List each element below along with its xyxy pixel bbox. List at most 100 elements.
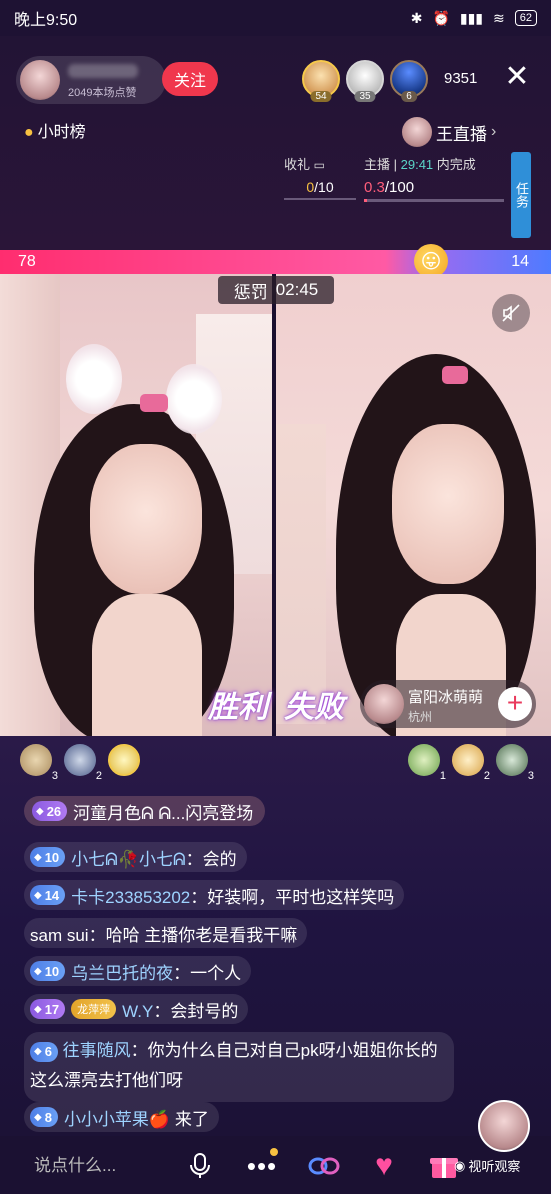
host-face xyxy=(90,444,202,594)
mute-button[interactable] xyxy=(492,294,530,332)
diamond-icon: ◆ xyxy=(34,1003,42,1015)
hour-rank-button[interactable]: ● 小时榜 xyxy=(24,118,86,142)
chat-message[interactable]: ◆ 10 乌兰巴托的夜：一个人 xyxy=(24,956,252,986)
chat-username[interactable]: 往事随风 xyxy=(63,1041,131,1060)
link-pk-button[interactable] xyxy=(304,1146,344,1186)
bluetooth-icon: ✱ xyxy=(410,9,423,26)
chat-message[interactable]: ◆ 8 小小小苹果🍎 来了 xyxy=(24,1102,219,1132)
host-task-total: /100 xyxy=(384,179,415,196)
diamond-icon: ◆ xyxy=(36,805,44,817)
chat-text: 哈哈 主播你老是看我干嘛 xyxy=(105,925,298,945)
floating-recommend-avatar[interactable] xyxy=(478,1100,530,1152)
link-icon xyxy=(308,1157,340,1175)
host-video[interactable] xyxy=(0,274,272,736)
chat-separator: ： xyxy=(88,925,106,945)
task-side-button[interactable]: 任务 xyxy=(511,152,531,238)
gift-task[interactable]: 收礼 ▭ 0/10 xyxy=(284,154,356,200)
chat-message[interactable]: ◆ 14 卡卡233853202：好装啊，平时也这样笑吗 xyxy=(24,880,405,910)
chat-username[interactable]: 乌兰巴托的夜 xyxy=(71,964,173,983)
bunny-ear-left xyxy=(66,344,122,414)
user-level-badge: ◆ 26 xyxy=(32,801,68,821)
viewer-count[interactable]: 9351 xyxy=(444,70,477,87)
chat-text: 会封号的 xyxy=(170,1001,239,1021)
viewer-badge: 35 xyxy=(354,91,376,102)
right-contributor-avatar[interactable]: 2 xyxy=(452,744,490,782)
top-viewer-avatar[interactable]: 54 xyxy=(302,60,340,102)
left-contributor-avatar[interactable]: 2 xyxy=(64,744,102,782)
bunny-ear-right xyxy=(166,364,222,434)
more-button[interactable]: ••• xyxy=(242,1146,282,1186)
chat-separator: ： xyxy=(153,1001,171,1021)
user-level-badge: ◆ 17 xyxy=(30,999,66,1019)
chat-message[interactable]: ◆ 10 小七ᕱ🥀小七ᕱ：会的 xyxy=(24,842,247,872)
microphone-button[interactable] xyxy=(180,1146,220,1186)
contributor-rank: 2 xyxy=(95,770,102,782)
punish-label: 惩罚 xyxy=(233,282,268,302)
user-level: 17 xyxy=(44,1001,60,1017)
left-contributor-avatar[interactable]: 3 xyxy=(20,744,58,782)
chat-username[interactable]: 卡卡233853202 xyxy=(71,888,190,907)
host-task-progress-fill xyxy=(364,199,367,202)
host-task-current: 0.3 xyxy=(364,179,385,196)
chat-separator: ： xyxy=(173,963,191,983)
contributor-rank: 3 xyxy=(51,770,58,782)
speaker-muted-icon xyxy=(502,304,520,322)
status-bar: 晚上9:50 ✱ ⏰ ▮▮▮ ≋ 62 xyxy=(0,0,551,36)
alarm-icon: ⏰ xyxy=(432,9,450,26)
pk-left-score: 78 xyxy=(18,253,36,270)
hour-rank-label: 小时榜 xyxy=(37,124,86,141)
hair-clip xyxy=(442,366,468,384)
opponent-card[interactable]: 富阳冰萌萌 杭州 + xyxy=(360,680,536,728)
follow-button[interactable]: 关注 xyxy=(162,62,218,96)
fan-club-tag: 龙萍萍 xyxy=(71,999,117,1019)
chat-message[interactable]: ◆ 6 往事随风：你为什么自己对自己pk呀小姐姐你长的这么漂亮去打他们呀 xyxy=(24,1032,454,1102)
top-viewer-avatar[interactable]: 6 xyxy=(390,60,428,102)
lose-label: 失败 xyxy=(284,691,344,724)
fan-club-button[interactable]: ♥ xyxy=(364,1146,404,1186)
add-opponent-button[interactable]: + xyxy=(498,687,532,721)
chat-username[interactable]: W.Y xyxy=(122,1002,153,1021)
host-task[interactable]: 主播 | 29:41 内完成 0.3/100 xyxy=(364,154,504,204)
top-viewer-avatar[interactable]: 35 xyxy=(346,60,384,102)
chat-area: 3 2 1 2 3 ◆ 26 河童月色ᕱ ᕱ...闪亮登场 ◆ 10 小七ᕱ🥀小七ᕱ… xyxy=(0,736,551,1136)
host-task-label: 主播 xyxy=(364,157,391,172)
live-header: 2049本场点赞 关注 54 35 6 9351 ✕ ● 小时榜 王直播 › 收礼… xyxy=(0,36,551,250)
microphone-icon xyxy=(190,1153,210,1178)
chat-separator: ： xyxy=(190,887,208,907)
chat-message[interactable]: sam sui：哈哈 主播你老是看我干嘛 xyxy=(24,918,308,948)
opponent-face xyxy=(392,424,504,584)
pk-score-bar: 78 😛 14 xyxy=(0,244,551,278)
chat-username[interactable]: 小小小苹果🍎 xyxy=(64,1110,170,1129)
chat-message[interactable]: ◆ 17 龙萍萍 W.Y：会封号的 xyxy=(24,994,249,1024)
chat-username[interactable]: sam sui xyxy=(30,926,89,945)
pk-emoji-icon: 😛 xyxy=(414,244,448,278)
live-tag[interactable]: 王直播 › xyxy=(402,116,542,148)
right-contributor-avatar[interactable]: 1 xyxy=(408,744,446,782)
live-tag-label: 王直播 xyxy=(436,124,487,144)
host-avatar[interactable] xyxy=(20,60,60,100)
chat-separator: ： xyxy=(130,1041,148,1060)
user-enter-notice[interactable]: ◆ 26 河童月色ᕱ ᕱ...闪亮登场 xyxy=(24,796,266,826)
gift-current: 0 xyxy=(306,179,315,195)
background-chair xyxy=(276,424,326,724)
live-tag-avatar xyxy=(402,117,432,147)
chat-username[interactable]: 小七ᕱ🥀小七ᕱ xyxy=(71,850,185,869)
close-button[interactable]: ✕ xyxy=(502,62,532,92)
chevron-right-icon: › xyxy=(491,123,497,140)
opponent-name: 富阳冰萌萌 xyxy=(408,689,484,706)
diamond-icon: ◆ xyxy=(34,1045,42,1057)
punish-time: 02:45 xyxy=(275,280,319,299)
pk-video-area: 惩罚 02:45 胜利 失败 富阳冰萌萌 杭州 + xyxy=(0,274,551,736)
diamond-icon: ◆ xyxy=(34,1111,42,1123)
user-level-badge: ◆ 6 xyxy=(30,1041,58,1062)
contributor-rank: 3 xyxy=(527,770,534,782)
host-info[interactable]: 2049本场点赞 xyxy=(16,56,166,104)
user-level-badge: ◆ 8 xyxy=(30,1107,58,1127)
diamond-icon: ◆ xyxy=(34,851,42,863)
left-contributor-avatar[interactable] xyxy=(108,744,140,776)
right-contributor-avatar[interactable]: 3 xyxy=(496,744,534,782)
opponent-avatar[interactable] xyxy=(364,684,404,724)
watermark-text: 视听观察 xyxy=(468,1159,521,1174)
opponent-video[interactable] xyxy=(276,274,551,736)
chat-input[interactable] xyxy=(14,1146,164,1186)
